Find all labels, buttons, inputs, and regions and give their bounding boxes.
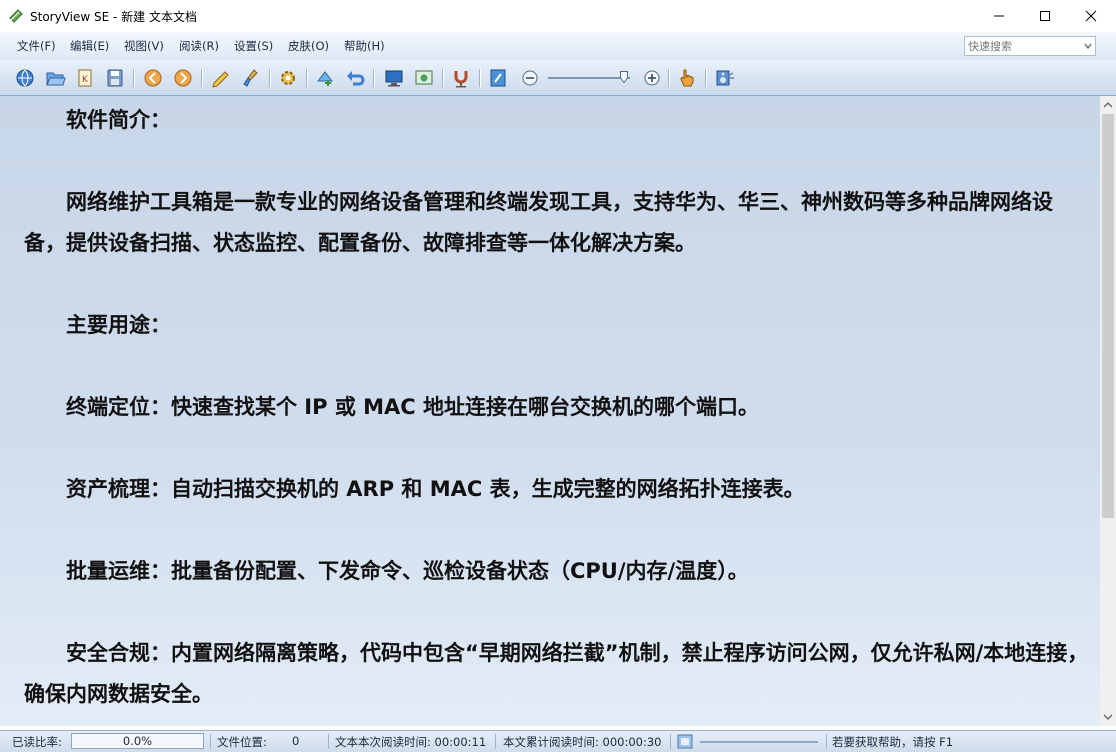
back-arrow-icon[interactable]: [344, 67, 366, 89]
toolbar-separator: [306, 69, 308, 87]
read-progress-bar: 0.0%: [71, 733, 204, 749]
toolbar-separator: [668, 69, 670, 87]
pencil-note-icon[interactable]: [210, 67, 232, 89]
screenshot-icon[interactable]: [413, 67, 435, 89]
total-read-time: 本文累计阅读时间: 000:00:30: [503, 735, 662, 749]
minimize-icon: [994, 15, 1004, 17]
status-separator: [328, 734, 329, 749]
minimize-button[interactable]: [976, 0, 1022, 32]
tts-microphone-icon[interactable]: [450, 67, 472, 89]
chevron-down-icon[interactable]: [1083, 41, 1093, 51]
save-disk-icon[interactable]: [104, 67, 126, 89]
maximize-icon: [1040, 11, 1050, 21]
paragraph: 终端定位：快速查找某个 IP 或 MAC 地址连接在哪台交换机的哪个端口。: [24, 395, 760, 419]
toolbar-separator: [705, 69, 707, 87]
menu-file[interactable]: 文件(F): [17, 38, 56, 54]
toolbar-separator: [133, 69, 135, 87]
next-page-icon[interactable]: [172, 67, 194, 89]
status-separator: [210, 734, 211, 749]
toolbar-separator: [479, 69, 481, 87]
speaker-icon[interactable]: [714, 67, 736, 89]
file-position-label: 文件位置:: [217, 735, 267, 749]
menu-edit[interactable]: 编辑(E): [70, 38, 109, 54]
zoom-in-icon[interactable]: [641, 67, 663, 89]
help-hint: 若要获取帮助，请按 F1: [832, 735, 954, 749]
read-ratio-label: 已读比率:: [12, 735, 62, 749]
menu-bar: 文件(F) 编辑(E) 视图(V) 阅读(R) 设置(S) 皮肤(O) 帮助(H…: [0, 32, 1116, 60]
status-bar: 已读比率: 0.0% 文件位置: 0 文本本次阅读时间: 00:00:11 本文…: [0, 730, 1116, 752]
vertical-scrollbar[interactable]: [1100, 96, 1116, 726]
paragraph: 网络维护工具箱是一款专业的网络设备管理和终端发现工具，支持华为、华三、神州数码等…: [24, 190, 1053, 255]
paragraph: 批量运维：批量备份配置、下发命令、巡检设备状态（CPU/内存/温度）。: [24, 559, 749, 583]
read-ratio-value: 0.0%: [122, 734, 153, 748]
add-bookmark-icon[interactable]: [314, 67, 336, 89]
edit-notebook-icon[interactable]: [487, 67, 509, 89]
menu-read[interactable]: 阅读(R): [179, 38, 219, 54]
fullscreen-monitor-icon[interactable]: [383, 67, 405, 89]
quick-search-box: [964, 36, 1096, 56]
autoscroll-speed-slider[interactable]: [700, 741, 818, 743]
close-icon: [1085, 10, 1097, 22]
hand-pointer-icon[interactable]: [676, 67, 698, 89]
file-position-value: 0: [292, 734, 300, 748]
paragraph: 主要用途：: [24, 313, 171, 337]
zoom-slider-thumb[interactable]: [620, 71, 628, 83]
status-separator: [495, 734, 496, 749]
status-separator: [670, 734, 671, 749]
scroll-up-icon[interactable]: [1103, 100, 1113, 110]
bookmark-k-icon[interactable]: K: [74, 67, 96, 89]
document-view[interactable]: 软件简介： 网络维护工具箱是一款专业的网络设备管理和终端发现工具，支持华为、华三…: [0, 96, 1100, 726]
session-read-time: 文本本次阅读时间: 00:00:11: [335, 735, 487, 749]
autoscroll-icon[interactable]: [677, 734, 693, 749]
clear-brush-icon[interactable]: [240, 67, 262, 89]
paragraph: 软件简介：: [24, 108, 171, 132]
toolbar-separator: [269, 69, 271, 87]
paragraph: 安全合规：内置网络隔离策略，代码中包含“早期网络拦截”机制，禁止程序访问公网，仅…: [24, 641, 1089, 706]
app-book-icon: [9, 9, 23, 23]
paragraph: 资产梳理：自动扫描交换机的 ARP 和 MAC 表，生成完整的网络拓扑连接表。: [24, 477, 805, 501]
window-title: StoryView SE - 新建 文本文档: [30, 10, 197, 24]
close-button[interactable]: [1068, 0, 1114, 32]
prev-page-icon[interactable]: [142, 67, 164, 89]
menu-settings[interactable]: 设置(S): [234, 38, 273, 54]
zoom-out-icon[interactable]: [519, 67, 541, 89]
scrollbar-thumb[interactable]: [1102, 114, 1114, 518]
status-separator: [826, 734, 827, 749]
app-globe-icon[interactable]: [14, 67, 36, 89]
open-folder-icon[interactable]: [44, 67, 66, 89]
maximize-button[interactable]: [1022, 0, 1068, 32]
quick-search-input[interactable]: [965, 37, 1084, 55]
scroll-down-icon[interactable]: [1103, 712, 1113, 722]
settings-gear-icon[interactable]: [277, 67, 299, 89]
title-bar: StoryView SE - 新建 文本文档: [0, 0, 1116, 32]
menu-view[interactable]: 视图(V): [124, 38, 164, 54]
zoom-slider-track[interactable]: [548, 77, 630, 79]
toolbar-separator: [373, 69, 375, 87]
menu-skin[interactable]: 皮肤(O): [288, 38, 329, 54]
toolbar-separator: [201, 69, 203, 87]
toolbar-separator: [442, 69, 444, 87]
menu-help[interactable]: 帮助(H): [344, 38, 385, 54]
